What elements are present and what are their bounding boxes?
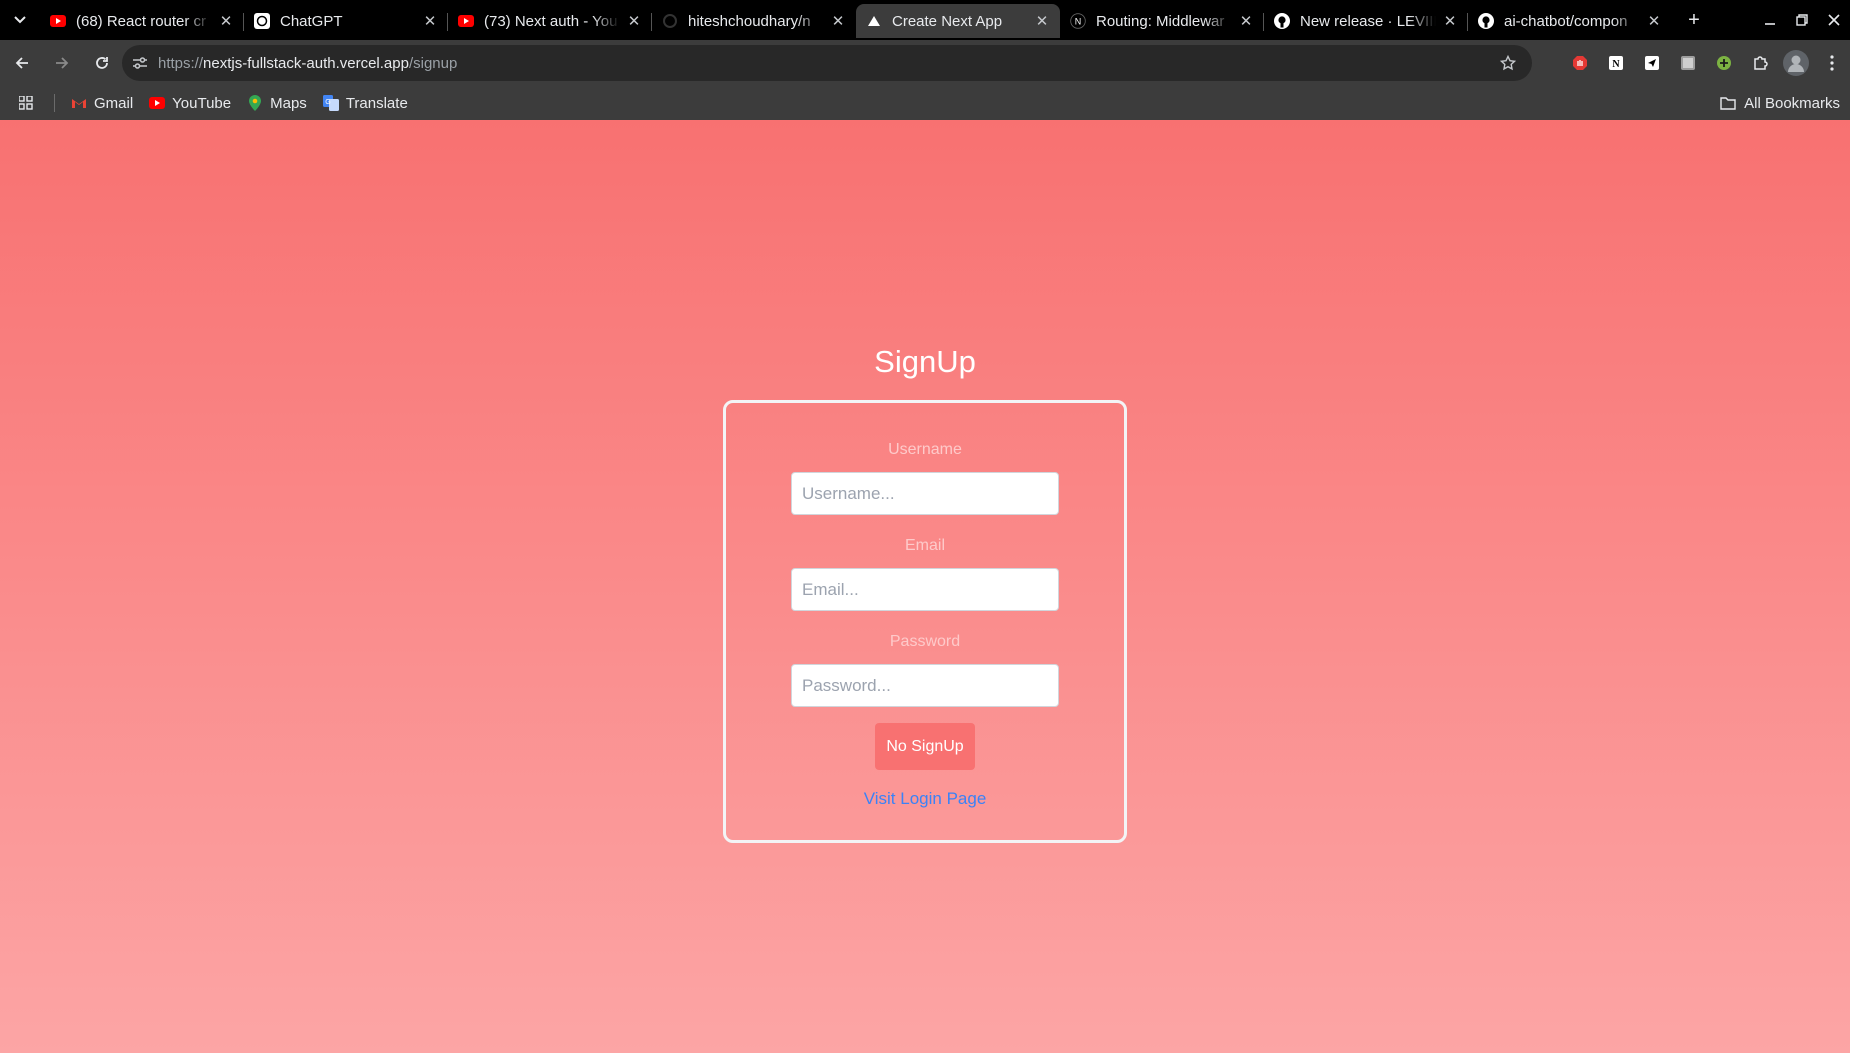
folder-icon <box>1720 96 1736 110</box>
window-controls <box>1754 0 1850 40</box>
bookmark-label: Translate <box>345 94 408 112</box>
close-window-icon[interactable] <box>1818 4 1850 36</box>
signup-button[interactable]: No SignUp <box>875 723 975 770</box>
url-text: https://nextjs-fullstack-auth.vercel.app… <box>158 55 1490 72</box>
tab-next-auth-video[interactable]: (73) Next auth - You ✕ <box>448 4 652 38</box>
close-tab-icon[interactable]: ✕ <box>1238 13 1254 30</box>
tab-react-router[interactable]: (68) React router cr ✕ <box>40 4 244 38</box>
url-host: nextjs-fullstack-auth.vercel.app <box>203 54 409 72</box>
password-input[interactable] <box>791 664 1059 707</box>
page-title: SignUp <box>874 344 976 379</box>
tab-ai-chatbot[interactable]: ai-chatbot/compon ✕ <box>1468 4 1672 38</box>
close-tab-icon[interactable]: ✕ <box>626 13 642 30</box>
extensions-puzzle-icon[interactable] <box>1742 45 1778 81</box>
username-label: Username <box>888 441 962 458</box>
close-tab-icon[interactable]: ✕ <box>218 13 234 30</box>
youtube-icon <box>149 95 166 111</box>
close-tab-icon[interactable]: ✕ <box>1442 13 1458 30</box>
tab-title: Routing: Middlewar <box>1096 12 1225 30</box>
green-plus-extension-icon[interactable] <box>1706 45 1742 81</box>
bookmarks-bar: Gmail YouTube Maps G Translate All Bookm… <box>0 86 1850 120</box>
bookmark-label: Maps <box>270 94 307 112</box>
address-bar[interactable]: https://nextjs-fullstack-auth.vercel.app… <box>122 45 1532 81</box>
email-input[interactable] <box>791 568 1059 611</box>
bookmark-star-icon[interactable] <box>1490 55 1526 71</box>
vercel-icon <box>866 13 882 29</box>
svg-text:N: N <box>1075 17 1082 27</box>
gmail-icon <box>71 95 87 111</box>
tab-strip: (68) React router cr ✕ ChatGPT ✕ (73) Ne… <box>0 0 1850 40</box>
bookmark-label: YouTube <box>172 94 232 112</box>
tab-routing-middleware[interactable]: N Routing: Middlewar ✕ <box>1060 4 1264 38</box>
bookmarks-divider <box>54 94 55 112</box>
reload-icon[interactable] <box>84 45 120 81</box>
site-settings-icon[interactable] <box>122 56 158 70</box>
close-tab-icon[interactable]: ✕ <box>1646 13 1662 30</box>
loading-spinner-icon <box>662 13 678 29</box>
svg-text:N: N <box>1612 59 1620 70</box>
tab-create-next-app[interactable]: Create Next App ✕ <box>856 4 1060 38</box>
browser-menu-icon[interactable] <box>1814 45 1850 81</box>
close-tab-icon[interactable]: ✕ <box>1034 13 1050 30</box>
restore-icon[interactable] <box>1786 4 1818 36</box>
all-bookmarks-label: All Bookmarks <box>1744 94 1840 112</box>
forward-icon[interactable] <box>44 45 80 81</box>
tab-title: Create Next App <box>892 12 1003 30</box>
username-input[interactable] <box>791 472 1059 515</box>
email-label: Email <box>904 537 945 554</box>
tab-title: ai-chatbot/compon <box>1504 12 1628 30</box>
url-scheme: https:// <box>158 54 204 72</box>
youtube-icon <box>50 13 66 29</box>
visit-login-link[interactable]: Visit Login Page <box>864 789 987 809</box>
new-tab-button[interactable]: + <box>1676 2 1712 38</box>
svg-text:G: G <box>325 99 330 106</box>
page-viewport: SignUp Username Email Password No SignUp… <box>0 120 1850 1053</box>
browser-toolbar: https://nextjs-fullstack-auth.vercel.app… <box>0 40 1850 86</box>
tab-list: (68) React router cr ✕ ChatGPT ✕ (73) Ne… <box>40 0 1672 40</box>
signup-form-card: Username Email Password No SignUp Visit … <box>723 400 1127 843</box>
adblock-extension-icon[interactable] <box>1562 45 1598 81</box>
tab-chatgpt[interactable]: ChatGPT ✕ <box>244 4 448 38</box>
extensions-area: N <box>1562 45 1850 81</box>
password-label: Password <box>889 633 961 650</box>
notion-extension-icon[interactable]: N <box>1598 45 1634 81</box>
url-path: /signup <box>408 54 458 72</box>
image-extension-icon[interactable] <box>1670 45 1706 81</box>
tab-title: (68) React router cr <box>76 12 207 30</box>
bookmark-gmail[interactable]: Gmail <box>63 89 141 117</box>
send-extension-icon[interactable] <box>1634 45 1670 81</box>
bookmark-label: Gmail <box>94 94 134 112</box>
close-tab-icon[interactable]: ✕ <box>422 13 438 30</box>
github-icon <box>1478 13 1494 29</box>
tab-title: (73) Next auth - You <box>484 12 618 30</box>
nextjs-icon: N <box>1070 13 1086 29</box>
apps-grid-icon[interactable] <box>6 96 46 110</box>
all-bookmarks-button[interactable]: All Bookmarks <box>1720 86 1840 120</box>
tab-new-release[interactable]: New release · LEVIII ✕ <box>1264 4 1468 38</box>
tab-title: New release · LEVIII <box>1300 12 1436 30</box>
back-icon[interactable] <box>4 45 40 81</box>
maps-icon <box>247 95 263 111</box>
close-tab-icon[interactable]: ✕ <box>830 13 846 30</box>
bookmark-maps[interactable]: Maps <box>239 89 315 117</box>
chatgpt-icon <box>254 13 270 29</box>
bookmark-translate[interactable]: G Translate <box>315 89 416 117</box>
tab-search-chevron-icon[interactable] <box>0 0 40 40</box>
profile-avatar[interactable] <box>1778 45 1814 81</box>
tab-title: ChatGPT <box>280 12 343 30</box>
github-icon <box>1274 13 1290 29</box>
tab-title: hiteshchoudhary/n <box>688 12 811 30</box>
minimize-icon[interactable] <box>1754 4 1786 36</box>
bookmark-youtube[interactable]: YouTube <box>141 89 239 117</box>
youtube-icon <box>458 13 474 29</box>
tab-github-hiteshchoudhary[interactable]: hiteshchoudhary/n ✕ <box>652 4 856 38</box>
translate-icon: G <box>322 95 339 111</box>
